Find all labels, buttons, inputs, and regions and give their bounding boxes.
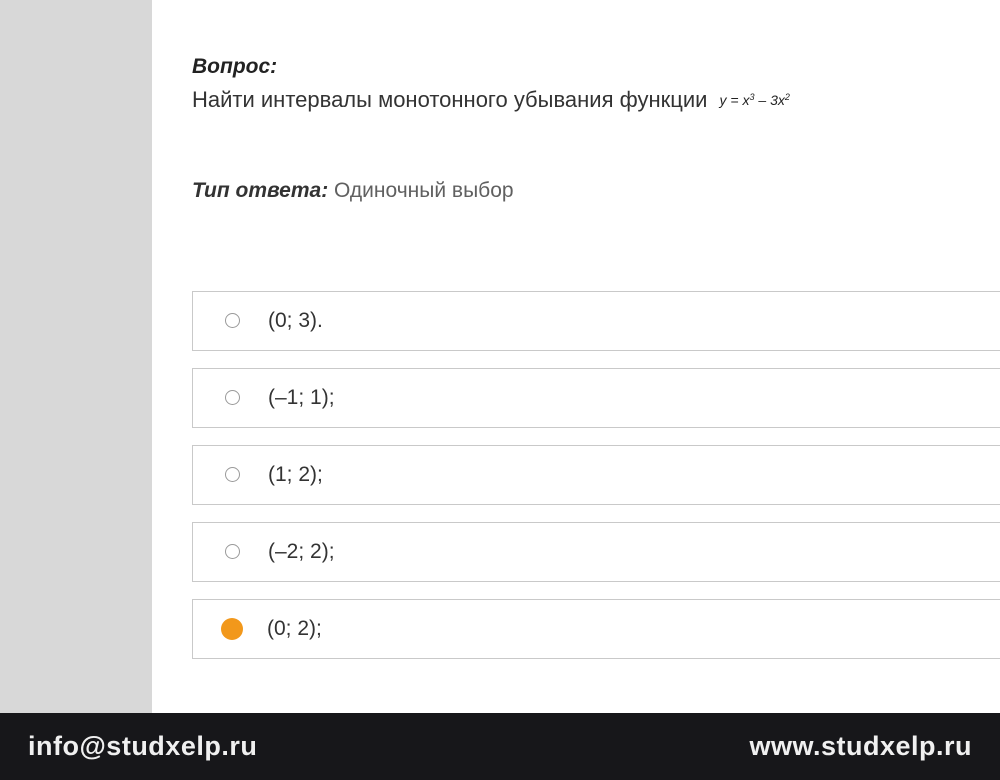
- option-row[interactable]: (0; 3).: [192, 291, 1000, 351]
- options-list: (0; 3). (–1; 1); (1; 2); (–2; 2); (0; 2)…: [192, 291, 1000, 659]
- question-text: Найти интервалы монотонного убывания фун…: [192, 85, 1000, 115]
- question-label: Вопрос:: [192, 55, 1000, 79]
- option-row[interactable]: (–2; 2);: [192, 522, 1000, 582]
- question-card: Вопрос: Найти интервалы монотонного убыв…: [152, 0, 1000, 713]
- option-text: (–1; 1);: [268, 386, 335, 410]
- option-row[interactable]: (–1; 1);: [192, 368, 1000, 428]
- radio-icon[interactable]: [225, 313, 240, 328]
- option-text: (–2; 2);: [268, 540, 335, 564]
- option-text: (0; 2);: [267, 617, 322, 641]
- footer-website: www.studxelp.ru: [749, 731, 972, 762]
- radio-icon[interactable]: [225, 467, 240, 482]
- option-text: (1; 2);: [268, 463, 323, 487]
- answer-type-value: Одиночный выбор: [334, 179, 514, 202]
- radio-icon[interactable]: [225, 544, 240, 559]
- radio-icon[interactable]: [225, 390, 240, 405]
- question-body: Найти интервалы монотонного убывания фун…: [192, 87, 707, 112]
- question-formula: y = x3 – 3x2: [720, 92, 790, 108]
- option-text: (0; 3).: [268, 309, 323, 333]
- footer-email: info@studxelp.ru: [28, 731, 257, 762]
- footer-bar: info@studxelp.ru www.studxelp.ru: [0, 713, 1000, 780]
- answer-type-label: Тип ответа:: [192, 179, 328, 202]
- radio-icon-selected[interactable]: [221, 618, 243, 640]
- option-row[interactable]: (1; 2);: [192, 445, 1000, 505]
- option-row[interactable]: (0; 2);: [192, 599, 1000, 659]
- answer-type-row: Тип ответа: Одиночный выбор: [192, 179, 1000, 203]
